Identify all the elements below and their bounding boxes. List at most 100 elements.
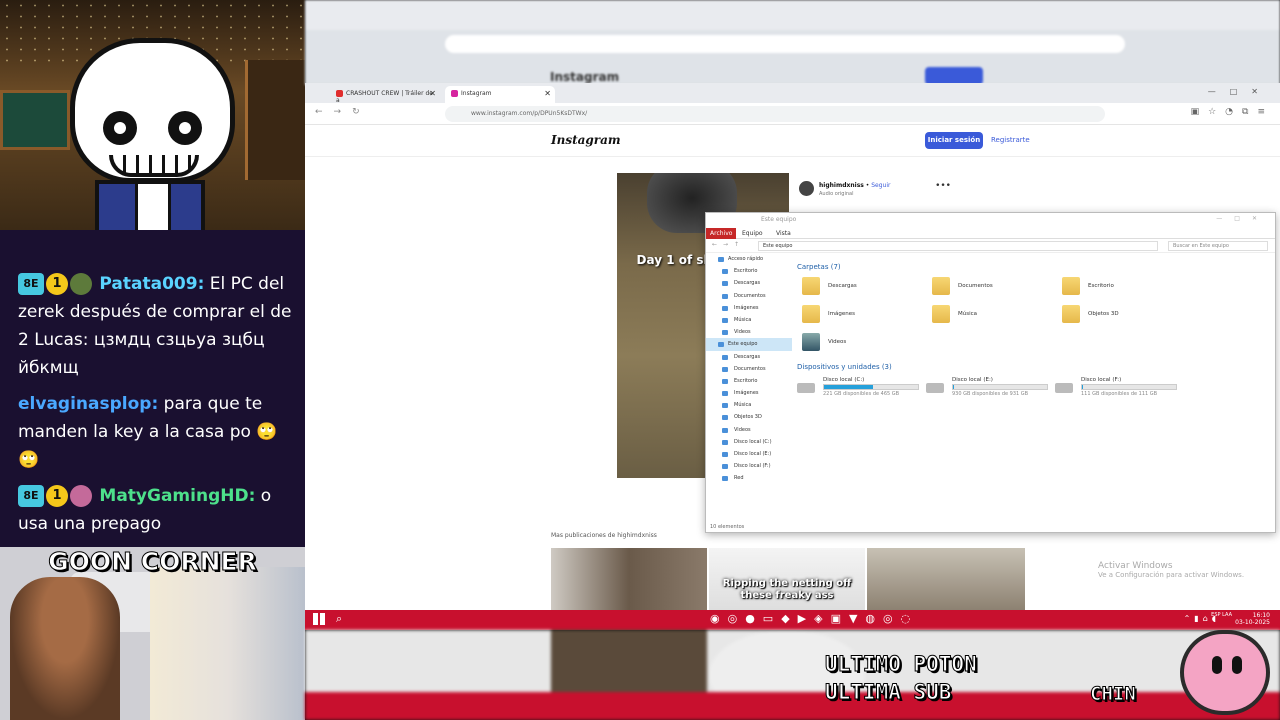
address-bar: ←→↻ www.instagram.com/p/DPUn5KsDTWx/ ▣☆◔…	[305, 103, 1280, 125]
stream-chat: 8E 1 Patata009: El PC del zerek después d…	[0, 230, 305, 560]
post-thumbnail[interactable]	[551, 548, 707, 613]
user-emote-icon	[70, 273, 92, 295]
folder-item[interactable]: Videos	[802, 333, 922, 355]
nav-item[interactable]: Videos	[706, 326, 792, 338]
more-posts-grid: Ripping the netting off these freaky ass	[551, 548, 1026, 613]
navigation-pane: Acceso rápido Escritorio Descargas Document…	[706, 253, 792, 513]
folder-icon	[802, 305, 820, 323]
tab-bar: CRASHOUT CREW | Tráiler de a ✕ Instagram ✕…	[305, 83, 1280, 104]
nav-item[interactable]: Documentos	[706, 363, 792, 375]
folder-item[interactable]: Documentos	[932, 277, 1052, 299]
folder-icon	[802, 333, 820, 351]
taskbar-apps[interactable]: ◉◎●▭◆▶◈▣▼◍◎◌	[710, 612, 918, 625]
ribbon-tab-computer[interactable]: Equipo	[738, 228, 767, 239]
drive-icon	[1055, 383, 1073, 393]
drives-group-header[interactable]: Dispositivos y unidades (3)	[797, 363, 892, 371]
folder-item[interactable]: Música	[932, 305, 1052, 327]
chat-message: 8E 1 MatyGamingHD: o usa una prepago	[18, 485, 272, 534]
folder-icon	[802, 277, 820, 295]
stream-overlay-chin: CHIN	[1090, 683, 1137, 706]
folder-item[interactable]: Escritorio	[1062, 277, 1182, 299]
explorer-titlebar: Este equipo —□✕	[761, 215, 1269, 223]
instagram-logo[interactable]: Instagram	[551, 133, 621, 147]
folders-group-header[interactable]: Carpetas (7)	[797, 263, 841, 271]
drive-item[interactable]: Disco local (F:) 111 GB disponibles de 11…	[1055, 377, 1180, 399]
more-options-icon[interactable]: •••	[935, 181, 951, 191]
nav-buttons[interactable]: ←→↻	[315, 107, 371, 117]
post-thumbnail[interactable]: Ripping the netting off these freaky ass	[709, 548, 865, 613]
status-bar: 10 elementos	[710, 524, 745, 530]
explorer-search-input[interactable]: Buscar en Este equipo	[1168, 241, 1268, 251]
url-input[interactable]: www.instagram.com/p/DPUn5KsDTWx/	[445, 106, 1105, 122]
background-browser-window: Instagram	[305, 0, 1280, 85]
nav-item[interactable]: Disco local (F:)	[706, 460, 792, 472]
nav-item[interactable]: Objetos 3D	[706, 411, 792, 423]
nav-item[interactable]: Acceso rápido	[706, 253, 792, 265]
drive-usage-bar	[1081, 384, 1177, 390]
chat-message: 8E 1 Patata009: El PC del zerek después d…	[18, 273, 292, 378]
close-tab-icon[interactable]: ✕	[429, 89, 436, 98]
chat-message: elvaginasplop: para que te manden la key…	[18, 394, 278, 470]
start-button-icon[interactable]	[313, 613, 325, 625]
nav-item[interactable]: Videos	[706, 424, 792, 436]
streamer-cam	[0, 0, 305, 230]
nav-item[interactable]: Descargas	[706, 351, 792, 363]
post-thumbnail[interactable]	[867, 548, 1025, 613]
post-username[interactable]: highimdxniss	[819, 182, 864, 189]
close-tab-icon[interactable]: ✕	[544, 89, 551, 98]
nav-item[interactable]: Imágenes	[706, 387, 792, 399]
explorer-address-bar: ←→↑ Este equipo Buscar en Este equipo	[706, 239, 1275, 253]
signup-link[interactable]: Registrarte	[991, 136, 1030, 144]
window-controls[interactable]: —□✕	[1208, 87, 1272, 96]
rank-badge-icon: 1	[46, 273, 68, 295]
nav-item[interactable]: Música	[706, 314, 792, 326]
folder-item[interactable]: Descargas	[802, 277, 922, 299]
clock[interactable]: 16:10 03-10-2025	[1235, 612, 1270, 626]
window-controls[interactable]: —□✕	[1216, 215, 1269, 222]
folder-icon	[1062, 277, 1080, 295]
sub-badge-icon: 8E	[18, 273, 44, 295]
instagram-icon	[451, 90, 458, 97]
activate-windows-watermark: Activar Windows Ve a Configuración para a…	[1098, 561, 1245, 579]
nav-item[interactable]: Descargas	[706, 277, 792, 289]
drive-icon	[797, 383, 815, 393]
tab-crashout[interactable]: CRASHOUT CREW | Tráiler de a ✕	[330, 86, 440, 104]
goon-corner-panel: GOON CORNER	[0, 547, 305, 720]
blurred-duplicate-view	[305, 630, 1280, 720]
folder-item[interactable]: Objetos 3D	[1062, 305, 1182, 327]
drive-item[interactable]: Disco local (C:) 221 GB disponibles de 46…	[797, 377, 922, 399]
nav-item[interactable]: Este equipo	[706, 338, 792, 351]
nav-item[interactable]: Disco local (E:)	[706, 448, 792, 460]
toolbar-icons[interactable]: ▣☆◔⧉≡	[1191, 107, 1274, 117]
nav-item[interactable]: Imágenes	[706, 302, 792, 314]
nav-arrows-icon[interactable]: ←→↑	[712, 241, 745, 248]
avatar[interactable]	[799, 181, 814, 196]
nav-item[interactable]: Red	[706, 472, 792, 484]
explorer-content: Carpetas (7) Descargas Documentos Escrit…	[792, 253, 1275, 523]
rank-badge-icon: 1	[46, 485, 68, 507]
nav-item[interactable]: Escritorio	[706, 375, 792, 387]
nav-item[interactable]: Disco local (C:)	[706, 436, 792, 448]
login-button[interactable]: Iniciar sesión	[925, 132, 983, 149]
search-icon[interactable]: ⌕	[336, 612, 342, 626]
drive-usage-bar	[823, 384, 919, 390]
taskbar: ⌕ ◉◎●▭◆▶◈▣▼◍◎◌ ⌃▮⌂◖ 16:10 03-10-2025 ESP …	[305, 610, 1280, 630]
language-indicator[interactable]: ESP LAA	[1211, 612, 1232, 619]
path-input[interactable]: Este equipo	[758, 241, 1158, 251]
nav-item[interactable]: Documentos	[706, 290, 792, 302]
ribbon-tab-view[interactable]: Vista	[772, 228, 795, 239]
stream-overlay-text: ULTIMO POTON ULTIMA SUB	[824, 652, 977, 705]
folder-icon	[932, 305, 950, 323]
nav-item[interactable]: Escritorio	[706, 265, 792, 277]
ribbon-tab-file[interactable]: Archivo	[706, 228, 737, 239]
follow-button[interactable]: Seguir	[871, 182, 890, 189]
post-header: highimdxniss • Seguir Audio original •••	[789, 173, 959, 213]
folder-icon	[1062, 305, 1080, 323]
instagram-header: Instagram Iniciar sesión Registrarte	[305, 125, 1280, 157]
audio-label[interactable]: Audio original	[819, 191, 854, 197]
drive-item[interactable]: Disco local (E:) 930 GB disponibles de 93…	[926, 377, 1051, 399]
folder-item[interactable]: Imágenes	[802, 305, 922, 327]
nav-item[interactable]: Música	[706, 399, 792, 411]
file-explorer-window: Este equipo —□✕ Archivo Equipo Vista ←→↑ …	[705, 212, 1276, 533]
tab-instagram[interactable]: Instagram ✕	[445, 86, 555, 103]
